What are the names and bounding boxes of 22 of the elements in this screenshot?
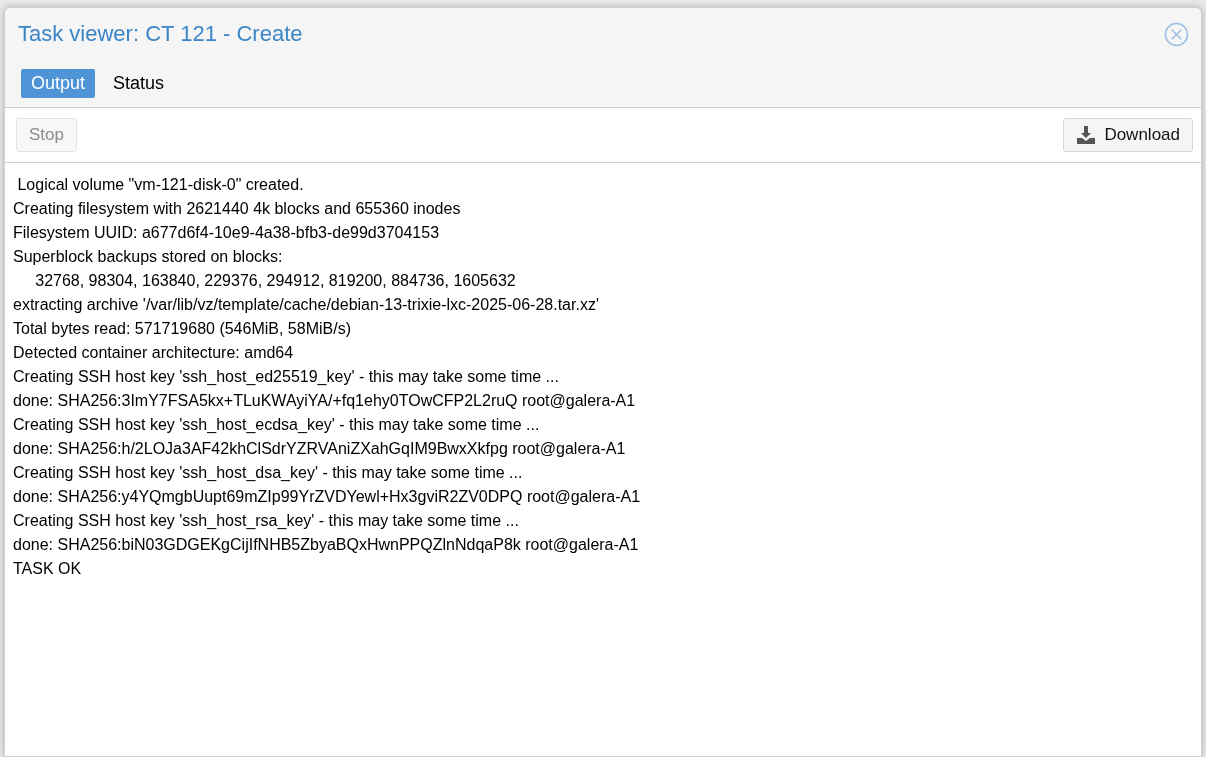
tab[interactable]: Status [103, 69, 175, 98]
window-title: Task viewer: CT 121 - Create [18, 21, 303, 47]
log-line: Creating SSH host key 'ssh_host_ed25519_key' - this may take some time ... [13, 367, 560, 387]
download-button[interactable]: Download [1063, 118, 1193, 152]
log-line: Total bytes read: 571719680 (546MiB, 58MiB/s) [13, 319, 352, 339]
log-line: 32768, 98304, 163840, 229376, 294912, 819200, 884736, 1605632 [34, 271, 517, 291]
log-line: Logical volume "vm-121-disk-0" created. [16, 175, 305, 195]
close-icon[interactable] [1164, 21, 1189, 47]
log-line: Creating SSH host key 'ssh_host_rsa_key' - this may take some time ... [13, 511, 520, 531]
download-icon [1076, 125, 1097, 145]
log-line: Creating SSH host key 'ssh_host_ecdsa_key' - this may take some time ... [13, 415, 541, 435]
log-line: done: SHA256:biN03GDGEKgCijIfNHB5ZbyaBQxHwnPPQZlnNdqaP8k root@galera-A1 [13, 535, 640, 555]
log-line: done: SHA256:y4YQmgbUupt69mZIp99YrZVDYewl+Hx3gviR2ZV0DPQ root@galera-A1 [13, 487, 642, 507]
log-line: done: SHA256:3ImY7FSA5kx+TLuKWAyiYA/+fq1ehy0TOwCFP2L2ruQ root@galera-A1 [13, 391, 637, 411]
log-line: Creating filesystem with 2621440 4k blocks and 655360 inodes [13, 199, 462, 219]
log-line: Superblock backups stored on blocks: [13, 247, 284, 267]
log-line: TASK OK [13, 559, 83, 579]
log-line: extracting archive '/var/lib/vz/template/cache/debian-13-trixie-lxc-2025-06-28.tar.xz' [13, 295, 600, 315]
log-line: Creating SSH host key 'ssh_host_dsa_key' - this may take some time ... [13, 463, 524, 483]
log-line: Filesystem UUID: a677d6f4-10e9-4a38-bfb3-de99d3704153 [13, 223, 441, 243]
log-line: done: SHA256:h/2LOJa3AF42khClSdrYZRVAniZXahGqIM9BwxXkfpg root@galera-A1 [13, 439, 627, 459]
log-line: Detected container architecture: amd64 [13, 343, 295, 363]
